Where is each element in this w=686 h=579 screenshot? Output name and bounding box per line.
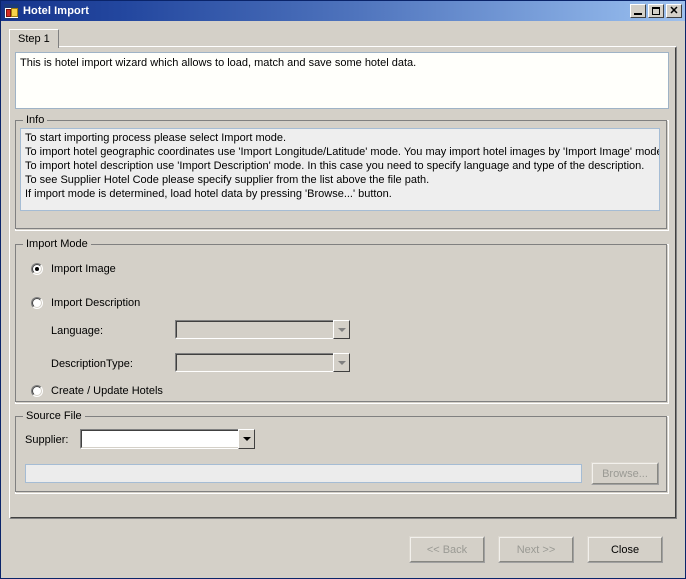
source-file-path-input[interactable]: [25, 464, 582, 483]
next-button-label: Next >>: [516, 543, 556, 556]
close-icon: ✕: [669, 5, 679, 17]
tab-strip: Step 1: [9, 27, 59, 48]
chevron-down-icon[interactable]: [238, 429, 255, 449]
radio-create-update-hotels-indicator[interactable]: [31, 385, 43, 397]
description-type-label: DescriptionType:: [51, 358, 133, 370]
hotel-import-window: Hotel Import ✕ Step 1 This is hotel impo…: [0, 0, 686, 579]
radio-import-image-indicator[interactable]: [31, 263, 43, 275]
browse-button-label: Browse...: [602, 467, 648, 480]
radio-import-image-label: Import Image: [51, 263, 116, 275]
tab-page-step-1: This is hotel import wizard which allows…: [9, 46, 677, 519]
supplier-combobox[interactable]: [80, 429, 255, 449]
language-label: Language:: [51, 325, 103, 337]
radio-create-update-hotels[interactable]: Create / Update Hotels: [31, 385, 163, 397]
radio-create-update-hotels-label: Create / Update Hotels: [51, 385, 163, 397]
tab-step-1[interactable]: Step 1: [9, 29, 59, 48]
back-button[interactable]: << Back: [409, 536, 485, 563]
language-combobox[interactable]: [175, 320, 350, 339]
info-line: If import mode is determined, load hotel…: [25, 188, 392, 200]
next-button[interactable]: Next >>: [498, 536, 574, 563]
info-line: To import hotel geographic coordinates u…: [25, 146, 660, 158]
info-line: To import hotel description use 'Import …: [25, 160, 645, 172]
wizard-description-text: This is hotel import wizard which allows…: [20, 57, 417, 69]
chevron-down-icon[interactable]: [333, 320, 350, 339]
back-button-label: << Back: [426, 543, 468, 556]
info-group-title: Info: [23, 114, 48, 126]
wizard-description-box: This is hotel import wizard which allows…: [15, 52, 669, 109]
client-area: Step 1 This is hotel import wizard which…: [2, 22, 684, 577]
info-text-box: To start importing process please select…: [20, 128, 660, 211]
source-file-group-box: Source File Supplier: Browse...: [15, 410, 669, 494]
close-dialog-button[interactable]: Close: [587, 536, 663, 563]
close-button[interactable]: ✕: [666, 4, 682, 18]
source-file-group-title: Source File: [23, 410, 85, 422]
window-controls: ✕: [630, 4, 682, 18]
radio-import-image[interactable]: Import Image: [31, 263, 116, 275]
close-dialog-button-label: Close: [610, 543, 640, 556]
import-mode-group-title: Import Mode: [23, 238, 91, 250]
window-title: Hotel Import: [23, 5, 89, 17]
import-mode-group-box: Import Mode Import Image Import Descript…: [15, 238, 669, 404]
description-type-combobox[interactable]: [175, 353, 350, 372]
info-line: To start importing process please select…: [25, 132, 287, 144]
radio-import-description-indicator[interactable]: [31, 297, 43, 309]
info-group-box: Info To start importing process please s…: [15, 114, 669, 231]
form-window-icon: [4, 3, 19, 19]
minimize-button[interactable]: [630, 4, 646, 18]
maximize-button[interactable]: [648, 4, 664, 18]
browse-button[interactable]: Browse...: [591, 462, 659, 485]
radio-import-description[interactable]: Import Description: [31, 297, 140, 309]
supplier-label: Supplier:: [25, 434, 69, 446]
chevron-down-icon[interactable]: [333, 353, 350, 372]
title-bar[interactable]: Hotel Import ✕: [1, 1, 685, 21]
info-line: To see Supplier Hotel Code please specif…: [25, 174, 430, 186]
radio-import-description-label: Import Description: [51, 297, 141, 309]
